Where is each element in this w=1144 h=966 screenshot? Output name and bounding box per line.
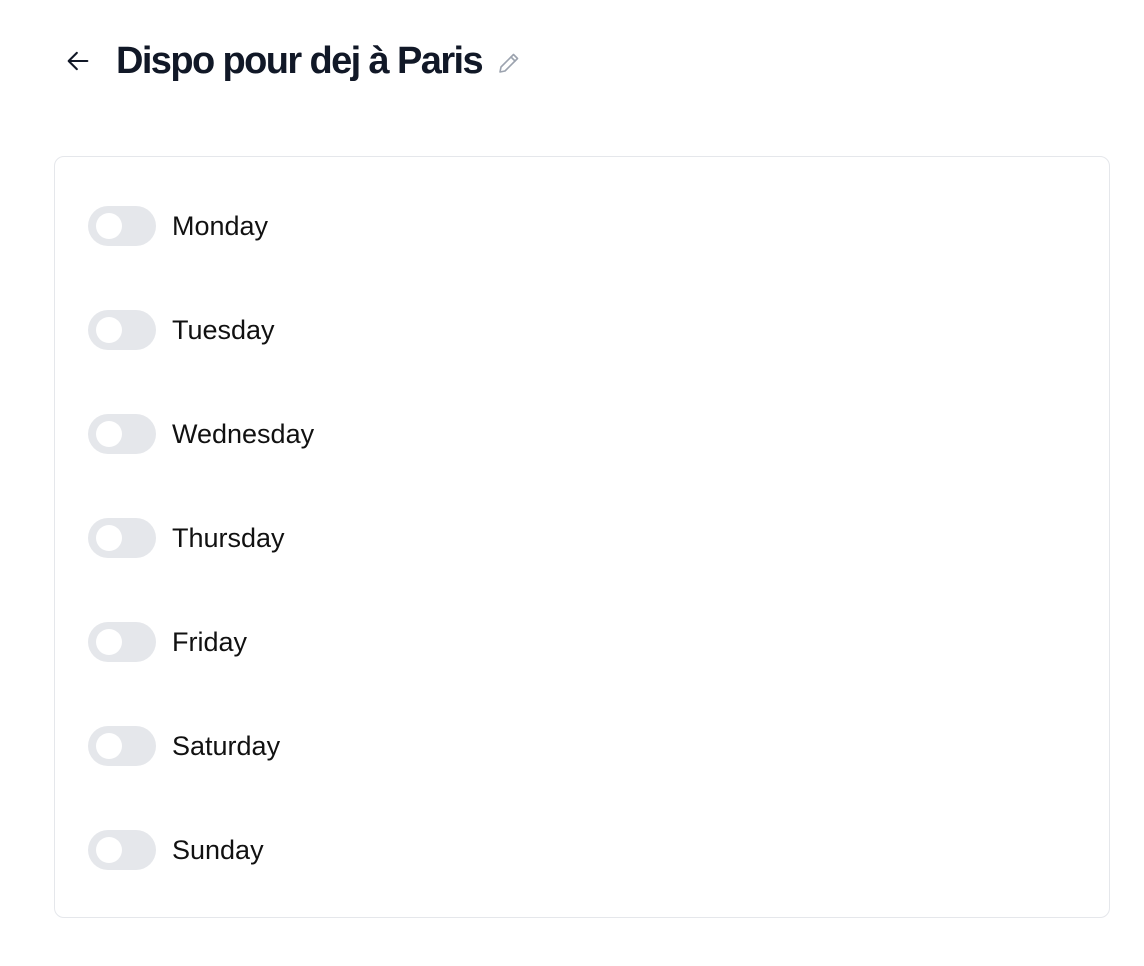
day-label: Wednesday <box>172 419 315 449</box>
toggle-knob <box>96 421 122 447</box>
toggle-saturday[interactable] <box>88 726 156 766</box>
back-button[interactable] <box>56 39 100 83</box>
day-label: Tuesday <box>172 315 275 345</box>
toggle-knob <box>96 733 122 759</box>
toggle-monday[interactable] <box>88 206 156 246</box>
toggle-tuesday[interactable] <box>88 310 156 350</box>
day-label: Saturday <box>172 731 281 761</box>
toggle-knob <box>96 837 122 863</box>
page-header: Dispo pour dej à Paris <box>56 36 524 86</box>
toggle-wednesday[interactable] <box>88 414 156 454</box>
day-row-friday: Friday <box>88 622 247 662</box>
day-row-wednesday: Wednesday <box>88 414 314 454</box>
day-label: Friday <box>172 627 248 657</box>
availability-card: Monday Tuesday Wednesday Thursday Friday… <box>54 156 1110 918</box>
day-row-thursday: Thursday <box>88 518 285 558</box>
day-row-sunday: Sunday <box>88 830 264 870</box>
day-label: Monday <box>172 211 269 241</box>
day-row-saturday: Saturday <box>88 726 280 766</box>
toggle-knob <box>96 317 122 343</box>
day-row-tuesday: Tuesday <box>88 310 275 350</box>
toggle-friday[interactable] <box>88 622 156 662</box>
page-title: Dispo pour dej à Paris <box>116 40 484 82</box>
toggle-thursday[interactable] <box>88 518 156 558</box>
arrow-left-icon <box>67 51 89 71</box>
toggle-knob <box>96 525 122 551</box>
day-label: Sunday <box>172 835 264 865</box>
day-row-monday: Monday <box>88 206 268 246</box>
toggle-sunday[interactable] <box>88 830 156 870</box>
edit-title-button[interactable] <box>494 48 524 78</box>
pencil-icon <box>499 53 519 73</box>
toggle-knob <box>96 213 122 239</box>
toggle-knob <box>96 629 122 655</box>
day-label: Thursday <box>172 523 285 553</box>
